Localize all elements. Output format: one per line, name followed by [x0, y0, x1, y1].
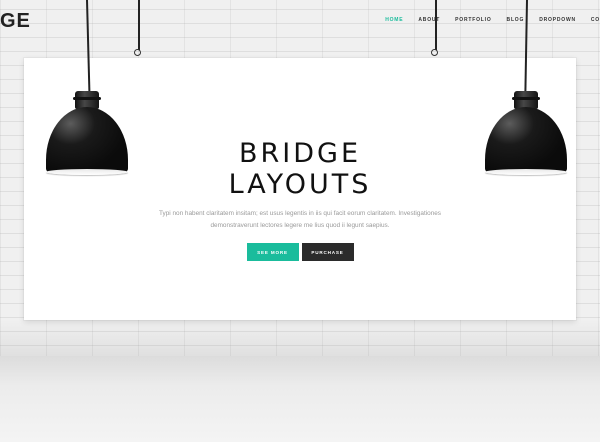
hanging-hook-icon	[431, 49, 438, 56]
nav-dropdown[interactable]: DROPDOWN	[539, 17, 576, 23]
site-header: GE HOME ABOUT PORTFOLIO BLOG DROPDOWN CO	[0, 0, 600, 44]
nav-about[interactable]: ABOUT	[418, 17, 440, 23]
hero-actions: SEE MORE PURCHASE	[24, 243, 576, 261]
nav-home[interactable]: HOME	[385, 17, 403, 23]
site-logo[interactable]: GE	[0, 10, 31, 33]
right-hook-cord	[435, 0, 437, 50]
hero-title-line-2: LAYOUTS	[228, 169, 372, 200]
hanging-hook-icon	[134, 49, 141, 56]
hero-scene: GE HOME ABOUT PORTFOLIO BLOG DROPDOWN CO…	[0, 0, 600, 442]
floor-background	[0, 356, 600, 442]
left-hook-cord	[138, 0, 140, 50]
hero-title-line-1: BRIDGE	[238, 138, 362, 169]
main-navigation: HOME ABOUT PORTFOLIO BLOG DROPDOWN CO	[385, 17, 600, 23]
nav-contact[interactable]: CO	[591, 17, 600, 23]
see-more-button[interactable]: SEE MORE	[246, 243, 299, 261]
hero-title: BRIDGE LAYOUTS	[24, 138, 576, 200]
hero-description: Typi non habent claritatem insitam; est …	[158, 210, 442, 229]
nav-portfolio[interactable]: PORTFOLIO	[455, 17, 491, 23]
hero-content: BRIDGE LAYOUTS Typi non habent claritate…	[24, 138, 576, 261]
purchase-button[interactable]: PURCHASE	[301, 243, 354, 261]
wall-shadow	[0, 320, 600, 360]
nav-blog[interactable]: BLOG	[507, 17, 525, 23]
